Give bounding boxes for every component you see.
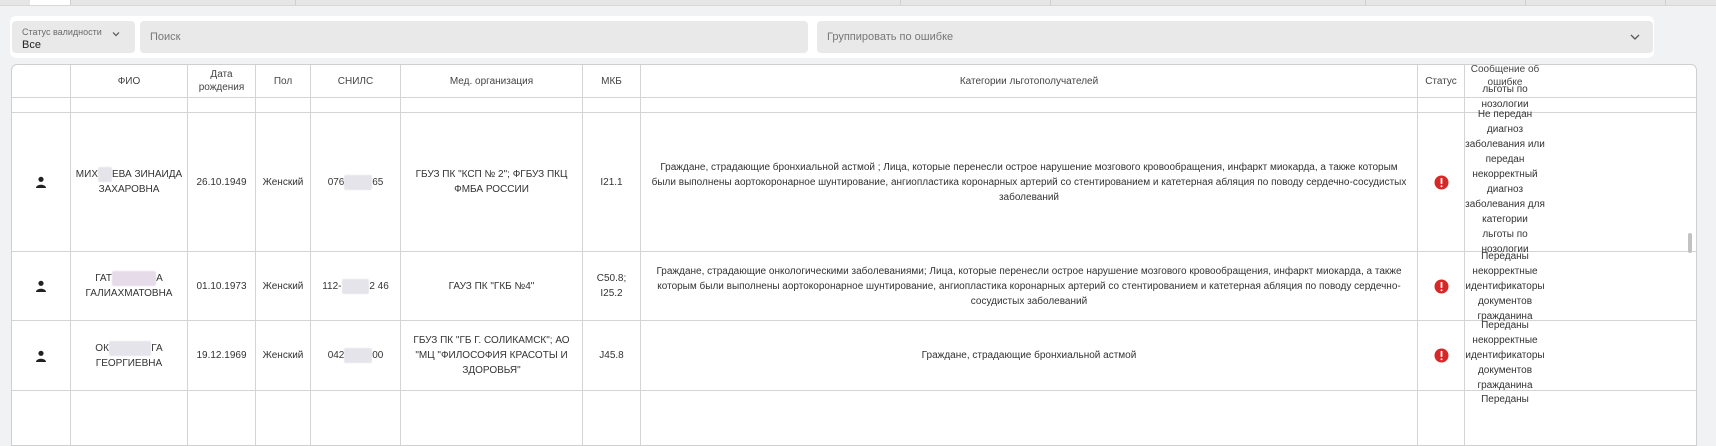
sex-cell: Женский <box>262 176 304 188</box>
categories-cell: Граждане, страдающие бронхиальной астмой… <box>651 161 1407 203</box>
fio-cell: ГАТИНА ИЛЬАГАЛИАХМАТОВНА <box>85 271 173 299</box>
error-message-cell: Не передан диагноз заболевания или перед… <box>1465 109 1545 255</box>
error-status-icon[interactable] <box>1434 279 1449 294</box>
med-org-cell: ГАУЗ ПК "ГКБ №4" <box>448 280 535 292</box>
error-status-icon[interactable] <box>1434 348 1449 363</box>
birth-date-cell: 26.10.1949 <box>196 176 247 188</box>
validity-status-value: Все <box>22 39 41 51</box>
column-header-categories[interactable]: Категории льготополучателей <box>641 65 1417 97</box>
tab[interactable] <box>1050 0 1366 5</box>
error-message-cell: Переданы некорректные идентификаторы док… <box>1465 320 1545 391</box>
status-cell <box>1418 113 1464 251</box>
search-input[interactable] <box>140 21 808 53</box>
person-cell <box>12 113 70 251</box>
column-header-med-org[interactable]: Мед. организация <box>401 65 582 97</box>
validity-status-select[interactable]: Статус валидности Все <box>12 21 135 53</box>
tab-active[interactable] <box>30 0 71 5</box>
snils-cell: 112-000002 46 <box>322 278 389 294</box>
categories-cell: Граждане, страдающие онкологическими заб… <box>656 265 1402 307</box>
person-cell <box>12 321 70 390</box>
table-scrollbar-thumb[interactable] <box>1688 233 1692 253</box>
chevron-down-icon <box>112 32 120 37</box>
person-icon[interactable] <box>35 350 47 362</box>
error-status-icon[interactable] <box>1434 175 1449 190</box>
mkb-cell: C50.8; I25.2 <box>596 273 627 299</box>
mkb-cell: I21.1 <box>600 176 623 188</box>
categories-cell: Граждане, страдающие бронхиальной астмой <box>921 350 1137 361</box>
column-header-birth-date[interactable]: Дата рождения <box>188 65 255 97</box>
error-message-partial: Переданы <box>1481 394 1529 405</box>
column-header-snils[interactable]: СНИЛС <box>311 65 400 97</box>
mkb-cell: J45.8 <box>599 350 624 361</box>
sex-cell: Женский <box>262 350 304 361</box>
med-org-cell: ГБУЗ ПК "ГБ Г. СОЛИКАМСК"; АО "МЦ "ФИЛОС… <box>413 335 570 376</box>
person-cell <box>12 252 70 320</box>
tab[interactable] <box>900 0 1051 5</box>
med-org-cell: ГБУЗ ПК "КСП № 2"; ФГБУЗ ПКЦ ФМБА РОССИИ <box>415 169 568 195</box>
tab[interactable] <box>295 0 901 5</box>
person-icon[interactable] <box>35 280 47 292</box>
fio-cell: МИХОХЕВА ЗИНАИДАЗАХАРОВНА <box>75 167 183 195</box>
sex-cell: Женский <box>262 280 304 292</box>
snils-cell: 0760000065 <box>327 174 384 190</box>
beneficiaries-table: ФИО Дата рождения Пол СНИЛС Мед. организ… <box>11 64 1697 446</box>
column-header-fio[interactable]: ФИО <box>71 65 187 97</box>
tab[interactable] <box>1365 0 1526 5</box>
error-message-cell: Переданы некорректные идентификаторы док… <box>1465 250 1545 322</box>
column-header-mkb[interactable]: МКБ <box>583 65 640 97</box>
chevron-down-icon <box>1630 34 1640 40</box>
group-by-error-select[interactable]: Группировать по ошибке <box>817 21 1653 53</box>
birth-date-cell: 01.10.1973 <box>196 280 247 292</box>
snils-cell: 0420000000 <box>327 348 384 363</box>
fio-cell: ОКОНЕЛЬОГАГЕОРГИЕВНА <box>95 340 163 369</box>
column-header-status[interactable]: Статус <box>1418 65 1464 97</box>
person-icon[interactable] <box>35 176 47 188</box>
group-by-error-placeholder: Группировать по ошибке <box>827 31 954 43</box>
validity-status-label: Статус валидности <box>22 27 102 37</box>
birth-date-cell: 19.12.1969 <box>196 350 247 361</box>
top-tab-strip <box>0 0 1716 6</box>
status-cell <box>1418 321 1464 390</box>
tab[interactable] <box>70 0 296 5</box>
column-header-sex[interactable]: Пол <box>256 65 310 97</box>
status-cell <box>1418 252 1464 320</box>
tab[interactable] <box>1525 0 1666 5</box>
